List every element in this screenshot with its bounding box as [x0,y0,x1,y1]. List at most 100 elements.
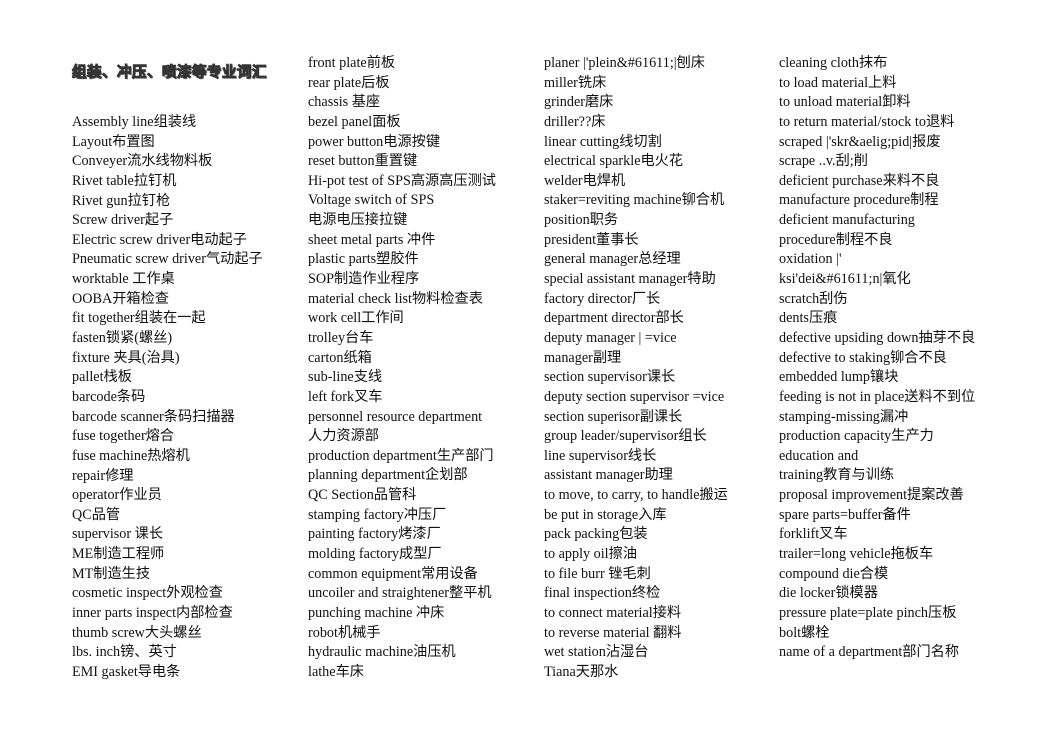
vocabulary-entry: thumb screw大头螺丝 [72,624,202,641]
vocabulary-entry: stamping factory冲压厂 [308,506,447,523]
vocabulary-list: planer |'plein&#61611;|刨床 miller铣床 grinder… [544,54,774,683]
vocabulary-entry: staker=reviting machine铆合机 [544,192,725,209]
vocabulary-entry: production department生产部门 [308,447,494,464]
vocabulary-entry: line supervisor线长 [544,447,657,464]
vocabulary-entry: left fork叉车 [308,388,383,405]
vocabulary-entry: common equipment常用设备 [308,565,478,582]
vocabulary-entry: dents压痕 [779,310,838,327]
vocabulary-entry: president董事长 [544,231,639,248]
vocabulary-entry: manufacture procedure制程 [779,192,939,209]
vocabulary-entry: QC品管 [72,506,121,523]
vocabulary-entry: deputy manager | =vice [544,329,677,346]
vocabulary-list: Assembly line组装线 Layout布置图 Conveyer流水线物料板 R… [72,113,302,683]
vocabulary-entry: to load material上料 [779,74,897,91]
vocabulary-entry: wet station沾湿台 [544,644,649,661]
vocabulary-entry: department director部长 [544,310,684,327]
vocabulary-entry: name of a department部门名称 [779,644,960,661]
column-4: cleaning cloth抹布 to load material上料 to unl… [779,54,1039,663]
vocabulary-entry: front plate前板 [308,55,396,71]
vocabulary-list: front plate前板 rear plate后板 chassis 基座 bezel… [308,54,538,683]
vocabulary-entry: hydraulic machine油压机 [308,644,456,661]
vocabulary-entry: fixture 夹具(治具) [72,349,180,366]
vocabulary-entry: section supervisor课长 [544,369,676,386]
vocabulary-entry: repair修理 [72,467,134,484]
vocabulary-entry: scratch刮伤 [779,290,848,307]
vocabulary-entry: 人力资源部 [308,428,379,445]
vocabulary-entry: procedure制程不良 [779,231,893,248]
vocabulary-entry: feeding is not in place送料不到位 [779,388,976,405]
vocabulary-entry: molding factory成型厂 [308,546,442,563]
vocabulary-entry: cleaning cloth抹布 [779,55,888,71]
vocabulary-entry: Assembly line组装线 [72,114,197,130]
vocabulary-entry: bolt螺栓 [779,624,830,641]
vocabulary-entry: to move, to carry, to handle搬运 [544,487,728,504]
vocabulary-entry: driller??床 [544,113,606,130]
vocabulary-entry: personnel resource department [308,408,483,425]
vocabulary-entry: material check list物料检查表 [308,290,483,307]
vocabulary-entry: stamping-missing漏冲 [779,408,909,425]
vocabulary-entry: Voltage switch of SPS [308,192,435,209]
vocabulary-entry: painting factory烤漆厂 [308,526,441,543]
vocabulary-entry: defective to staking铆合不良 [779,349,947,366]
vocabulary-entry: assistant manager助理 [544,467,673,484]
document-page: 组装、冲压、喷漆等专业词汇 Assembly line组装线 Layout布置图 C… [0,0,1059,749]
vocabulary-entry: Hi-pot test of SPS高源高压测试 [308,172,496,189]
vocabulary-entry: oxidation |' [779,251,842,268]
vocabulary-entry: MT制造生技 [72,565,151,582]
vocabulary-entry: operator作业员 [72,487,162,504]
vocabulary-entry: plastic parts塑胶件 [308,251,419,268]
vocabulary-entry: worktable 工作桌 [72,271,175,288]
vocabulary-entry: Layout布置图 [72,133,155,150]
vocabulary-entry: trailer=long vehicle拖板车 [779,546,934,563]
vocabulary-entry: spare parts=buffer备件 [779,506,911,523]
vocabulary-entry: to return material/stock to退料 [779,113,955,130]
vocabulary-entry: fuse together熔合 [72,428,175,445]
vocabulary-entry: group leader/supervisor组长 [544,428,707,445]
vocabulary-entry: barcode条码 [72,388,146,405]
vocabulary-entry: ksi'dei&#61611;n|氧化 [779,271,911,288]
vocabulary-entry: pack packing包装 [544,526,648,543]
vocabulary-entry: work cell工作间 [308,310,404,327]
vocabulary-entry: training教育与训练 [779,467,895,484]
vocabulary-entry: pressure plate=plate pinch压板 [779,604,957,621]
vocabulary-entry: SOP制造作业程序 [308,271,420,288]
vocabulary-entry: position职务 [544,212,619,229]
vocabulary-entry: to reverse material 翻料 [544,624,682,641]
column-2: front plate前板 rear plate后板 chassis 基座 bezel… [308,54,538,683]
vocabulary-entry: Rivet table拉钉机 [72,172,177,189]
vocabulary-entry: die locker锁模器 [779,585,878,602]
vocabulary-entry: Rivet gun拉钉枪 [72,192,171,209]
vocabulary-entry: chassis 基座 [308,94,381,111]
vocabulary-entry: education and [779,447,859,464]
vocabulary-entry: general manager总经理 [544,251,681,268]
vocabulary-entry: special assistant manager特助 [544,271,716,288]
vocabulary-entry: lbs. inch镑、英寸 [72,644,177,661]
vocabulary-entry: Conveyer流水线物料板 [72,153,213,170]
vocabulary-entry: section superisor副课长 [544,408,683,425]
vocabulary-entry: to file burr 锉毛刺 [544,565,651,582]
vocabulary-entry: Tiana天那水 [544,663,619,680]
column-1: 组装、冲压、喷漆等专业词汇 Assembly line组装线 Layout布置图 C… [72,54,302,683]
vocabulary-entry: to unload material卸料 [779,94,911,111]
vocabulary-entry: inner parts inspect内部检查 [72,605,233,622]
vocabulary-entry: Screw driver起子 [72,212,174,229]
vocabulary-entry: factory director厂长 [544,290,661,307]
vocabulary-entry: deficient purchase来料不良 [779,172,940,189]
vocabulary-entry: barcode scanner条码扫描器 [72,408,235,425]
vocabulary-entry: to apply oil擦油 [544,546,638,563]
vocabulary-entry: compound die合模 [779,565,889,582]
vocabulary-entry: deficient manufacturing [779,212,915,229]
vocabulary-entry: OOBA开箱检查 [72,290,169,307]
vocabulary-entry: production capacity生产力 [779,428,934,445]
vocabulary-entry: to connect material接料 [544,604,682,621]
vocabulary-entry: defective upsiding down抽芽不良 [779,329,976,346]
vocabulary-entry: sub-line支线 [308,369,383,386]
vocabulary-entry: carton纸箱 [308,349,372,366]
vocabulary-entry: robot机械手 [308,624,381,641]
vocabulary-entry: pallet栈板 [72,369,132,386]
vocabulary-entry: proposal improvement提案改善 [779,487,964,504]
vocabulary-entry: manager副理 [544,349,622,366]
vocabulary-entry: Electric screw driver电动起子 [72,231,247,248]
vocabulary-entry: fasten锁紧(螺丝) [72,330,173,347]
vocabulary-entry: planer |'plein&#61611;|刨床 [544,55,705,71]
